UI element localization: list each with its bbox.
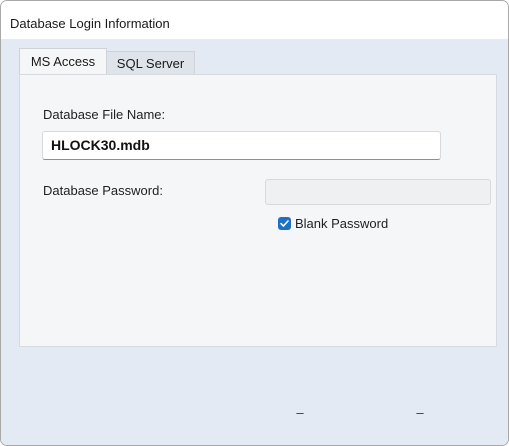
database-password-label: Database Password: xyxy=(43,183,163,198)
database-file-name-label: Database File Name: xyxy=(43,107,166,122)
dialog-body: MS Access SQL Server Database File Name:… xyxy=(1,39,508,445)
checkbox-checked-icon[interactable] xyxy=(278,217,291,230)
database-file-name-input[interactable]: HLOCK30.mdb xyxy=(42,131,441,160)
window-title: Database Login Information xyxy=(10,16,170,31)
database-password-input xyxy=(265,179,491,205)
cancel-button[interactable]: – xyxy=(413,406,427,419)
ms-access-panel: Database File Name: HLOCK30.mdb Database… xyxy=(19,74,497,347)
tab-sql-server[interactable]: SQL Server xyxy=(106,51,195,74)
blank-password-label[interactable]: Blank Password xyxy=(295,216,388,231)
login-dialog: Database Login Information MS Access SQL… xyxy=(0,0,509,446)
ok-button[interactable]: – xyxy=(293,406,307,419)
tab-ms-access[interactable]: MS Access xyxy=(19,48,107,74)
title-bar[interactable]: Database Login Information xyxy=(1,1,508,39)
